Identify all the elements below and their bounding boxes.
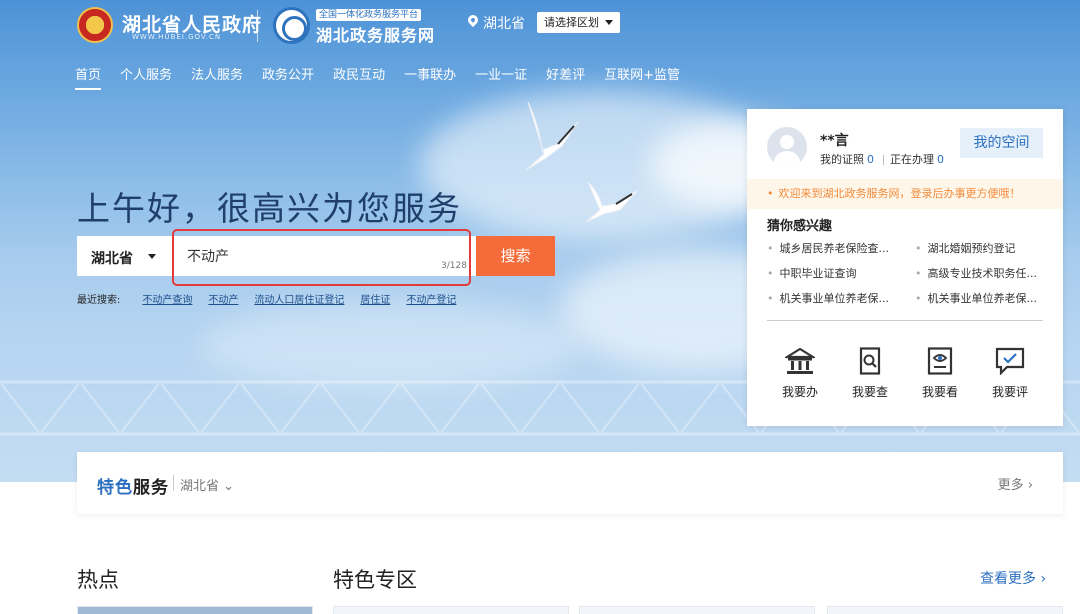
comment-check-icon	[995, 347, 1025, 375]
action-handle[interactable]: 我要办	[767, 347, 833, 400]
search-doc-icon	[859, 347, 881, 375]
recent-searches: 最近搜索: 不动产查询 不动产 流动人口居住证登记 居住证 不动产登记	[77, 291, 472, 306]
interest-item[interactable]: 中职毕业证查询	[767, 265, 915, 281]
action-label: 我要看	[921, 385, 958, 399]
crane-bird-icon	[585, 181, 639, 223]
see-more-link[interactable]: 查看更多 ›	[980, 568, 1046, 588]
caret-down-icon	[605, 20, 613, 25]
login-notice: 欢迎来到湖北政务服务网，登录后办事更方便哦！	[747, 179, 1063, 209]
nav-item-home[interactable]: 首页	[75, 64, 102, 90]
nav-item-public-affairs[interactable]: 政务公开	[262, 64, 314, 90]
in-progress-label[interactable]: 正在办理	[890, 153, 934, 166]
nav-item-corporate[interactable]: 法人服务	[191, 64, 243, 90]
action-view[interactable]: 我要看	[907, 347, 973, 400]
interest-item[interactable]: 机关事业单位养老保...	[915, 290, 1047, 306]
chevron-down-icon: ⌄	[223, 479, 235, 494]
user-panel: **言 我的证照0正在办理0 我的空间 欢迎来到湖北政务服务网，登录后办事更方便…	[747, 109, 1063, 426]
my-licenses-label[interactable]: 我的证照	[820, 153, 864, 166]
search-highlight-box	[172, 229, 471, 286]
quick-actions: 我要办 我要查 我要看 我要评	[767, 347, 1043, 400]
search-button[interactable]: 搜索	[476, 236, 555, 276]
user-name: **言	[820, 133, 849, 149]
main-nav: 首页 个人服务 法人服务 政务公开 政民互动 一事联办 一业一证 好差评 互联网…	[75, 64, 699, 90]
zone-card[interactable]	[827, 606, 1063, 614]
service-network-logo-icon[interactable]	[273, 7, 310, 44]
nav-item-personal[interactable]: 个人服务	[120, 64, 172, 90]
featured-services-bar: 特色服务 湖北省 ⌄ 更多 ›	[77, 452, 1063, 514]
zone-card[interactable]	[579, 606, 815, 614]
featured-region-select[interactable]: 湖北省 ⌄	[180, 475, 234, 494]
province-select[interactable]: 湖北省	[91, 248, 133, 268]
action-query[interactable]: 我要查	[837, 347, 903, 400]
view-screen-icon	[927, 347, 953, 375]
header-divider	[257, 10, 258, 42]
region-select-label: 请选择区划	[544, 16, 599, 29]
panel-divider	[767, 320, 1043, 321]
service-network-name[interactable]: 湖北政务服务网	[316, 22, 435, 46]
action-rate[interactable]: 我要评	[977, 347, 1043, 400]
hot-card[interactable]	[77, 606, 313, 614]
action-label: 我要评	[991, 385, 1028, 399]
crane-bird-icon	[525, 101, 579, 171]
nav-item-rating[interactable]: 好差评	[546, 64, 585, 90]
interest-title: 猜你感兴趣	[767, 219, 833, 234]
recent-searches-label: 最近搜索:	[77, 295, 121, 306]
caret-down-icon[interactable]	[148, 254, 156, 259]
site-url: WWW.HUBEI.GOV.CN	[132, 33, 222, 41]
in-progress-count[interactable]: 0	[937, 153, 944, 166]
bank-icon	[785, 347, 815, 374]
government-emblem-icon[interactable]	[77, 7, 113, 43]
avatar[interactable]	[767, 127, 807, 167]
featured-title: 特色服务	[97, 478, 169, 498]
interest-item[interactable]: 高级专业技术职务任...	[915, 265, 1047, 281]
featured-divider	[173, 475, 174, 491]
region-select-button[interactable]: 请选择区划	[537, 12, 620, 33]
interest-item[interactable]: 湖北婚姻预约登记	[915, 240, 1047, 256]
zone-card[interactable]	[333, 606, 569, 614]
nav-item-one-thing[interactable]: 一事联办	[404, 64, 456, 90]
featured-more-link[interactable]: 更多 ›	[998, 474, 1033, 493]
current-location: 湖北省	[483, 16, 525, 32]
recent-search-link[interactable]: 居住证	[360, 291, 390, 306]
my-licenses-count[interactable]: 0	[867, 153, 874, 166]
recent-search-link[interactable]: 不动产	[208, 291, 238, 306]
recent-search-link[interactable]: 不动产登记	[406, 291, 456, 306]
user-stats: 我的证照 0 正在办理 0	[820, 151, 947, 167]
greeting-heading: 上午好，很高兴为您服务	[77, 189, 462, 228]
my-space-button[interactable]: 我的空间	[960, 128, 1043, 158]
service-platform-badge: 全国一体化政务服务平台	[316, 9, 422, 21]
recent-search-link[interactable]: 不动产查询	[142, 291, 192, 306]
interest-item[interactable]: 城乡居民养老保险查...	[767, 240, 915, 256]
recent-search-link[interactable]: 流动人口居住证登记	[254, 291, 344, 306]
nav-item-one-license[interactable]: 一业一证	[475, 64, 527, 90]
nav-item-supervision[interactable]: 互联网+监管	[604, 64, 680, 90]
action-label: 我要办	[781, 385, 818, 399]
section-special-zone-title: 特色专区	[333, 568, 417, 592]
chevron-right-icon: ›	[1027, 478, 1033, 493]
action-label: 我要查	[851, 385, 888, 399]
nav-item-interaction[interactable]: 政民互动	[333, 64, 385, 90]
section-hot-title: 热点	[77, 568, 119, 592]
chevron-right-icon: ›	[1040, 571, 1047, 587]
interest-item[interactable]: 机关事业单位养老保...	[767, 290, 915, 306]
interest-list: 城乡居民养老保险查... 湖北婚姻预约登记 中职毕业证查询 高级专业技术职务任.…	[767, 240, 1047, 306]
